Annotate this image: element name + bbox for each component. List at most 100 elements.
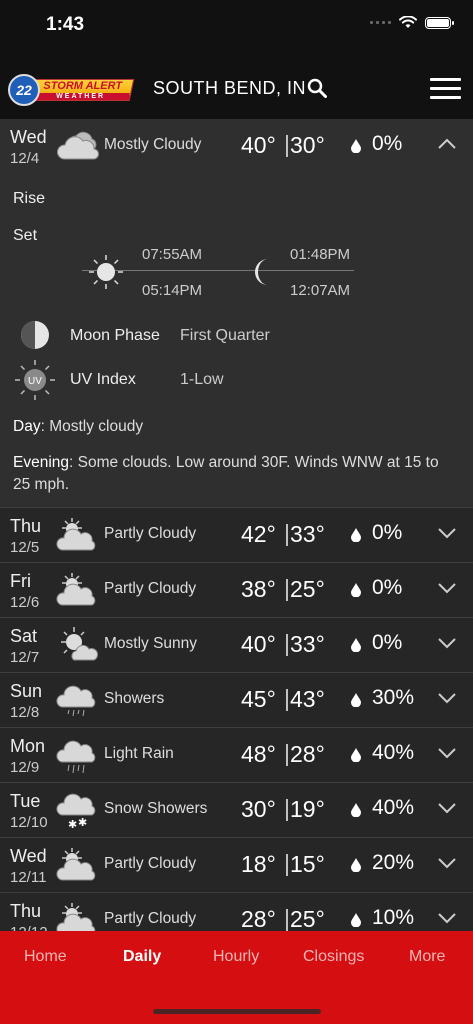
rain-icon [56, 740, 96, 774]
chevron-down-icon[interactable] [438, 637, 456, 649]
row-date: 12/4 [10, 150, 40, 167]
partly-cloudy-icon [56, 571, 96, 606]
forecast-row-expanded[interactable]: Wed 12/4 Mostly Cloudy 40° | 30° 0% [0, 119, 473, 174]
row-precip: 30% [372, 686, 415, 709]
row-date: 12/5 [10, 539, 40, 556]
row-low: 25° [290, 576, 325, 602]
row-precip: 0% [372, 132, 403, 155]
row-date: 12/11 [10, 869, 47, 886]
forecast-row[interactable]: Fri 12/6 Partly Cloudy 38° | 25° 0% [0, 563, 473, 618]
row-high: 30° [241, 796, 276, 822]
evening-summary: Evening: Some clouds. Low around 30F. Wi… [13, 454, 439, 493]
chevron-down-icon[interactable] [438, 692, 456, 704]
row-day: Fri [10, 571, 31, 591]
raindrop-icon [351, 803, 361, 817]
row-condition: Partly Cloudy [104, 525, 197, 542]
tab-home[interactable]: Home [24, 948, 67, 966]
chevron-up-icon[interactable] [438, 138, 456, 150]
row-date: 12/9 [10, 759, 40, 776]
wifi-icon [399, 16, 417, 28]
row-day: Sat [10, 626, 38, 646]
forecast-row[interactable]: Sat 12/7 Mostly Sunny 40° | 33° 0% [0, 618, 473, 673]
row-day: Mon [10, 736, 46, 756]
home-indicator [153, 1009, 321, 1014]
partly-cloudy-icon [56, 846, 96, 881]
status-time: 1:43 [46, 14, 85, 35]
raindrop-icon [351, 528, 361, 542]
row-high: 38° [241, 576, 276, 602]
raindrop-icon [351, 139, 361, 153]
mostly-sunny-icon [61, 627, 99, 661]
row-day: Thu [10, 901, 42, 921]
row-precip: 20% [372, 851, 415, 874]
forecast-row[interactable]: Sun 12/8 Showers 45° | 43° 30% [0, 673, 473, 728]
row-precip: 40% [372, 796, 415, 819]
row-high: 45° [241, 686, 276, 712]
chevron-down-icon[interactable] [438, 912, 456, 924]
app-header: STORM ALERT WEATHER 22 SOUTH BEND, IN [0, 50, 473, 119]
sun-icon [89, 255, 123, 289]
row-date: 12/10 [10, 814, 48, 831]
row-day: Thu [10, 516, 42, 536]
tab-closings[interactable]: Closings [303, 948, 364, 966]
svg-text:✱: ✱ [78, 817, 87, 829]
svg-text:✱: ✱ [68, 819, 77, 829]
showers-icon [56, 685, 96, 717]
moon-icon [255, 259, 268, 285]
row-low: 28° [290, 741, 325, 767]
raindrop-icon [351, 913, 361, 927]
chevron-down-icon[interactable] [438, 527, 456, 539]
row-condition: Partly Cloudy [104, 910, 197, 927]
tab-more[interactable]: More [409, 948, 445, 966]
row-day: Tue [10, 791, 41, 811]
tab-hourly[interactable]: Hourly [213, 948, 259, 966]
location-title[interactable]: SOUTH BEND, IN [153, 78, 306, 99]
row-condition: Showers [104, 690, 165, 707]
chevron-down-icon[interactable] [438, 802, 456, 814]
chevron-down-icon[interactable] [438, 747, 456, 759]
uv-index-value: 1-Low [180, 371, 224, 388]
daily-forecast-list: Wed 12/4 Mostly Cloudy 40° | 30° 0% Rise… [0, 119, 473, 1003]
row-high: 40° [241, 132, 276, 158]
forecast-row[interactable]: Thu 12/5 Partly Cloudy 42° | 33° 0% [0, 508, 473, 563]
row-high: 18° [241, 851, 276, 877]
forecast-row[interactable]: Tue 12/10 ✱ ✱ Snow Showers 30° | 19° 40% [0, 783, 473, 838]
row-condition: Partly Cloudy [104, 580, 197, 597]
row-condition: Light Rain [104, 745, 174, 762]
sunrise-time: 07:55AM [142, 246, 203, 263]
moon-phase-value: First Quarter [180, 327, 270, 344]
row-precip: 10% [372, 906, 415, 929]
signal-icon [370, 21, 391, 24]
row-condition: Mostly Sunny [104, 635, 198, 652]
row-precip: 0% [372, 521, 403, 544]
mostly-cloudy-icon [56, 131, 100, 165]
row-precip: 0% [372, 631, 403, 654]
chevron-down-icon[interactable] [438, 857, 456, 869]
moon-phase-icon [21, 321, 49, 349]
hamburger-menu-icon[interactable] [430, 78, 461, 100]
row-precip: 40% [372, 741, 415, 764]
chevron-down-icon[interactable] [438, 582, 456, 594]
raindrop-icon [351, 858, 361, 872]
row-day: Wed [10, 127, 47, 147]
storm-alert-logo[interactable]: STORM ALERT WEATHER 22 [8, 74, 135, 106]
row-high: 42° [241, 521, 276, 547]
row-high: 48° [241, 741, 276, 767]
row-low: 33° [290, 521, 325, 547]
tab-daily[interactable]: Daily [123, 948, 161, 966]
forecast-row[interactable]: Mon 12/9 Light Rain 48° | 28° 40% [0, 728, 473, 783]
row-low: 15° [290, 851, 325, 877]
row-low: 33° [290, 631, 325, 657]
row-condition: Mostly Cloudy [104, 136, 202, 153]
raindrop-icon [351, 748, 361, 762]
sunset-time: 05:14PM [142, 282, 203, 299]
status-bar: 1:43 [0, 0, 473, 50]
forecast-row[interactable]: Wed 12/11 Partly Cloudy 18° | 15° 20% [0, 838, 473, 893]
row-day: Wed [10, 846, 47, 866]
rise-label: Rise [13, 190, 46, 207]
search-icon[interactable] [307, 78, 327, 98]
moonset-time: 12:07AM [290, 282, 351, 299]
set-label: Set [13, 227, 38, 244]
partly-cloudy-icon [56, 516, 96, 551]
raindrop-icon [351, 583, 361, 597]
